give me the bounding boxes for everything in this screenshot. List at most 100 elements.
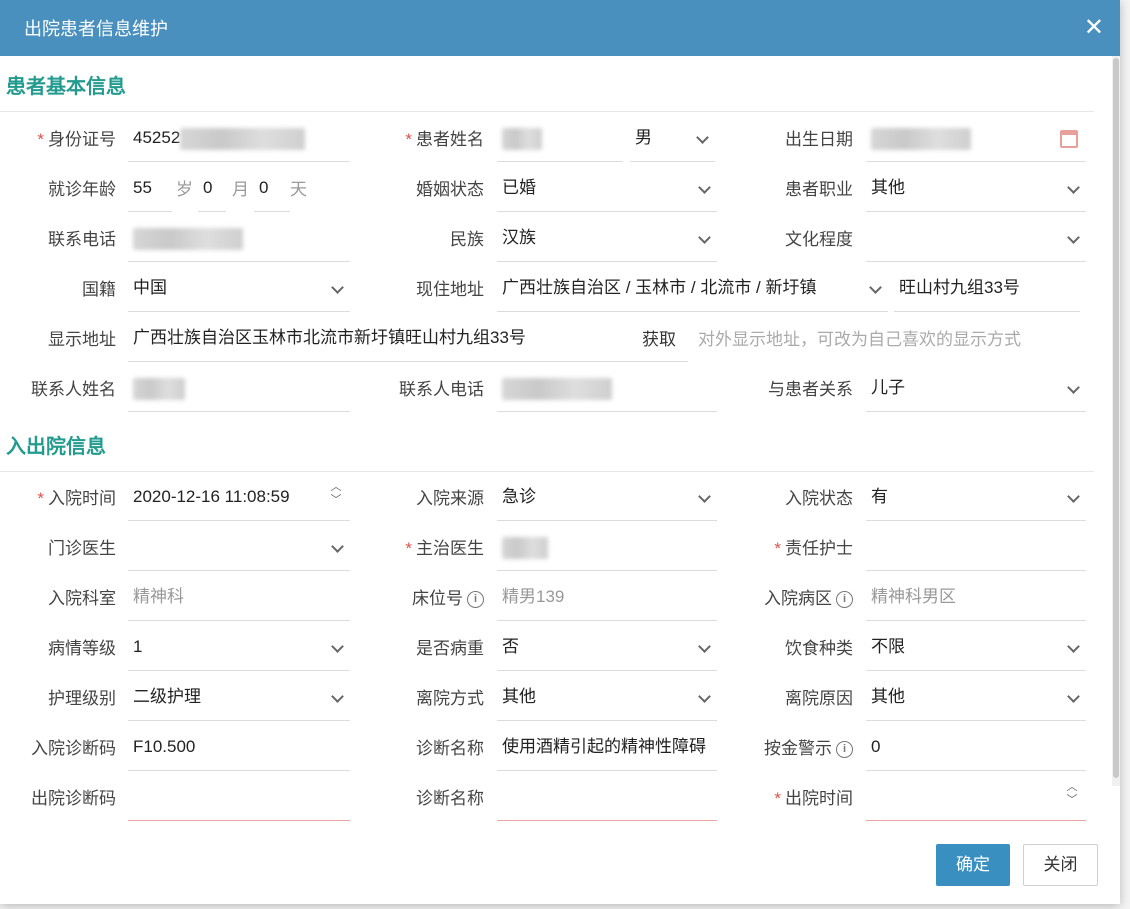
diet-select[interactable]: 不限 [866, 627, 1086, 671]
close-button[interactable]: 关闭 [1023, 844, 1098, 886]
id-card-input[interactable]: 45252 [128, 118, 350, 162]
row-severity: 病情等级 1 是否病重 否 饮食种类 不限 [0, 627, 1100, 671]
admit-diag-name-input[interactable]: 使用酒精引起的精神性障碍 [497, 727, 717, 771]
masked-value [502, 536, 548, 559]
display-address-input[interactable]: 广西壮族自治区玉林市北流市新圩镇旺山村九组33号 [128, 318, 688, 362]
discharge-method-label: 离院方式 [416, 689, 484, 708]
source-select[interactable]: 急诊 [497, 477, 717, 521]
discharge-reason-select[interactable]: 其他 [866, 677, 1086, 721]
scrollbar-thumb[interactable] [1113, 58, 1119, 778]
admit-status-label: 入院状态 [785, 489, 853, 508]
discharge-method-select[interactable]: 其他 [497, 677, 717, 721]
spinner-icon[interactable]: ︿ ﹀ [1066, 781, 1078, 817]
dialog-title: 出院患者信息维护 [24, 19, 168, 39]
discharge-time-input[interactable]: ︿ ﹀ [866, 777, 1086, 821]
row-admit-diagnosis: 入院诊断码 F10.500 诊断名称 使用酒精引起的精神性障碍 按金警示 i 0 [0, 727, 1100, 771]
chevron-down-icon [1067, 690, 1080, 703]
masked-value [133, 227, 243, 250]
attending-doctor-select[interactable] [497, 527, 717, 571]
admit-status-select[interactable]: 有 [866, 477, 1086, 521]
occupation-label: 患者职业 [785, 180, 853, 199]
contact-name-label: 联系人姓名 [31, 380, 116, 399]
address-region-cascader[interactable]: 广西壮族自治区 / 玉林市 / 北流市 / 新圩镇 [497, 268, 888, 312]
close-icon[interactable]: ✕ [1084, 16, 1104, 40]
chevron-down-icon [698, 231, 711, 244]
age-months-input[interactable]: 0 [198, 168, 226, 212]
row-id: * 身份证号 45252 * 患者姓名 男 出生日期 [0, 118, 1100, 162]
discharge-diag-name-label: 诊断名称 [416, 789, 484, 808]
chevron-down-icon [331, 640, 344, 653]
occupation-select[interactable]: 其他 [866, 168, 1086, 212]
info-icon[interactable]: i [836, 741, 853, 759]
severity-label: 病情等级 [48, 639, 116, 658]
department-label: 入院科室 [48, 589, 116, 608]
admit-diag-name-label: 诊断名称 [416, 739, 484, 758]
contact-phone-label: 联系人电话 [399, 380, 484, 399]
birth-label: 出生日期 [785, 130, 853, 149]
chevron-down-icon [1067, 490, 1080, 503]
nursing-level-select[interactable]: 二级护理 [128, 677, 350, 721]
discharge-diag-name-input[interactable] [497, 777, 717, 821]
spinner-icon[interactable]: ︿ ﹀ [330, 481, 342, 517]
fetch-address-button[interactable]: 获取 [642, 318, 676, 362]
bed-field: 精男139 [497, 577, 717, 621]
confirm-button[interactable]: 确定 [936, 844, 1010, 886]
id-card-label: * 身份证号 [37, 130, 116, 149]
education-select[interactable] [866, 218, 1086, 262]
chevron-down-icon [1067, 381, 1080, 394]
calendar-icon[interactable] [1060, 130, 1078, 148]
chevron-down-icon [698, 181, 711, 194]
phone-input[interactable] [128, 218, 350, 262]
days-unit: 天 [290, 180, 307, 199]
masked-value [133, 377, 185, 400]
display-address-label: 显示地址 [48, 330, 116, 349]
dialog-header: 出院患者信息维护 ✕ [0, 0, 1120, 56]
row-department: 入院科室 精神科 床位号 i 精男139 入院病区 i 精神科男区 [0, 577, 1100, 621]
birth-date-input[interactable] [866, 118, 1086, 162]
department-field: 精神科 [128, 577, 350, 621]
row-admit-time: * 入院时间 2020-12-16 11:08:59 ︿ ﹀ 入院来源 急诊 入院状态… [0, 477, 1100, 521]
address-detail-input[interactable]: 旺山村九组33号 [894, 268, 1080, 312]
discharge-diag-code-input[interactable] [128, 777, 350, 821]
patient-info-dialog: 出院患者信息维护 ✕ 患者基本信息 * 身份证号 45252 * 患者姓名 男 出生… [0, 0, 1120, 904]
age-days-input[interactable]: 0 [254, 168, 290, 212]
patient-name-label: * 患者姓名 [405, 130, 484, 149]
years-unit: 岁 [176, 180, 193, 199]
critical-select[interactable]: 否 [497, 627, 717, 671]
nurse-label: * 责任护士 [774, 539, 853, 558]
outpatient-doctor-select[interactable] [128, 527, 350, 571]
discharge-time-label: * 出院时间 [774, 789, 853, 808]
chevron-down-icon [331, 690, 344, 703]
relation-select[interactable]: 儿子 [866, 368, 1086, 412]
marital-label: 婚姻状态 [416, 180, 484, 199]
row-doctors: 门诊医生 * 主治医生 * 责任护士 [0, 527, 1100, 571]
severity-select[interactable]: 1 [128, 627, 350, 671]
admit-time-input[interactable]: 2020-12-16 11:08:59 ︿ ﹀ [128, 477, 350, 521]
section-title-basic: 患者基本信息 [6, 76, 126, 98]
section-divider [0, 471, 1094, 472]
row-nationality: 国籍 中国 现住地址 广西壮族自治区 / 玉林市 / 北流市 / 新圩镇 旺山村… [0, 268, 1100, 312]
contact-name-input[interactable] [128, 368, 350, 412]
age-years-input[interactable]: 55 [128, 168, 172, 212]
patient-name-input[interactable] [497, 118, 623, 162]
marital-select[interactable]: 已婚 [497, 168, 717, 212]
info-icon[interactable]: i [467, 591, 484, 609]
money-alert-label: 按金警示 i [740, 727, 853, 771]
gender-select[interactable]: 男 [630, 118, 715, 162]
chevron-down-icon [869, 281, 882, 294]
row-contact: 联系人姓名 联系人电话 与患者关系 儿子 [0, 368, 1100, 412]
admit-diag-code-input[interactable]: F10.500 [128, 727, 350, 771]
info-icon[interactable]: i [836, 591, 853, 609]
contact-phone-input[interactable] [497, 368, 717, 412]
row-discharge-diagnosis: 出院诊断码 诊断名称 * 出院时间 ︿ ﹀ [0, 777, 1100, 821]
money-alert-input[interactable]: 0 [866, 727, 1086, 771]
nurse-select[interactable] [866, 527, 1086, 571]
scrollbar[interactable] [1112, 56, 1120, 786]
months-unit: 月 [232, 180, 249, 199]
critical-label: 是否病重 [416, 639, 484, 658]
section-divider [0, 111, 1094, 112]
bed-label: 床位号 i [380, 577, 484, 621]
nationality-select[interactable]: 中国 [128, 268, 350, 312]
chevron-down-icon [331, 540, 344, 553]
ethnicity-select[interactable]: 汉族 [497, 218, 717, 262]
